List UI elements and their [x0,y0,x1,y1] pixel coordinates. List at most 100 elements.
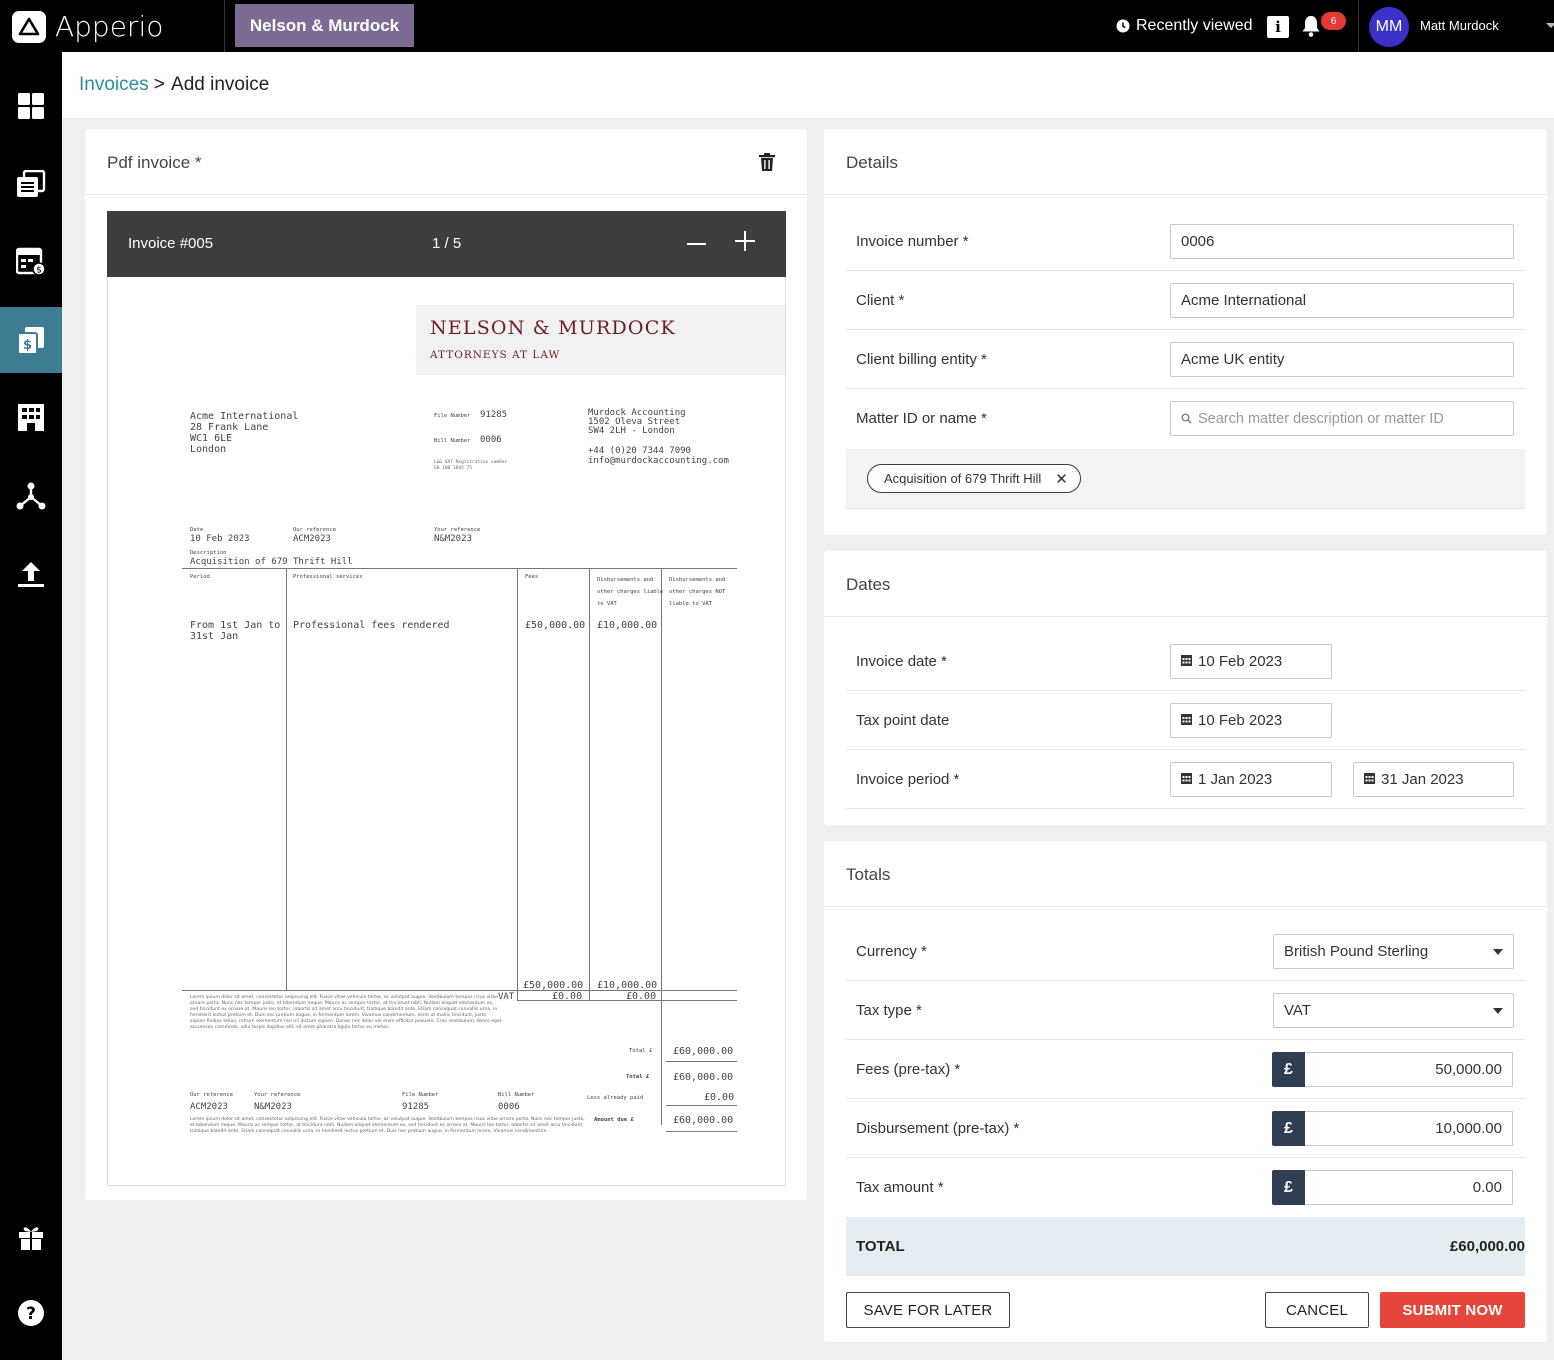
invoice-number-input[interactable]: 0006 [1170,224,1514,259]
bell-icon[interactable] [1300,14,1322,43]
line-item-service: Professional fees rendered [293,620,450,631]
zoom-out-icon[interactable] [687,243,706,245]
doc-label: Your reference [254,1092,301,1098]
network-icon[interactable] [0,463,62,529]
line-item-period: From 1st Jan to 31st Jan [190,620,281,642]
pdf-page[interactable]: NELSON & MURDOCK ATTORNEYS AT LAW Acme I… [107,277,786,1186]
tax-amount-value[interactable]: 0.00 [1305,1170,1513,1205]
sidebar: $ $ ? [0,52,62,1360]
tax-point-label: Tax point date [856,712,950,729]
tax-point-date-input[interactable]: 10 Feb 2023 [1170,703,1332,738]
table-line [661,568,662,1000]
tax-type-label: Tax type * [856,1002,922,1019]
trash-icon[interactable] [759,153,775,171]
svg-text:?: ? [26,1304,36,1324]
zoom-in-icon[interactable] [735,231,755,251]
details-panel: Details Invoice number * 0006 Client * A… [824,129,1547,535]
invoice-period-row: Invoice period * 1 Jan 2023 31 Jan 2023 [846,750,1525,809]
matter-row: Matter ID or name * Search matter descri… [846,389,1525,448]
doc-value: £60,000.00 [673,1115,734,1126]
invoice-number-row: Invoice number * 0006 [846,212,1525,271]
dashboard-icon[interactable] [0,73,62,139]
tax-amount-input[interactable]: £ 0.00 [1272,1170,1513,1205]
doc-body-text: Lorem ipsum dolor sit amet, consectetur … [190,995,502,1030]
divider [224,0,225,52]
table-line [666,1105,737,1106]
doc-value: 10 Feb 2023 [190,534,250,544]
currency-label: Currency * [856,943,927,960]
breadcrumb: Invoices > Add invoice [79,74,269,96]
doc-value: 91285 [480,410,508,420]
divider [1358,0,1359,52]
building-icon[interactable] [0,385,62,451]
doc-label: Bill Number [498,1092,535,1098]
currency-symbol: £ [1272,1111,1305,1146]
fees-value[interactable]: 50,000.00 [1305,1052,1513,1087]
documents-icon[interactable] [0,151,62,217]
chevron-down-icon[interactable] [1546,23,1554,28]
doc-value: £60,000.00 [673,1072,734,1083]
table-header: Disbursements and other charges liable to … [597,577,664,607]
app-logo[interactable]: Apperio [12,10,163,43]
breadcrumb-invoices-link[interactable]: Invoices [79,74,149,95]
upload-icon[interactable] [0,541,62,607]
tax-type-select[interactable]: VAT [1273,993,1514,1028]
panel-header: Pdf invoice * [85,129,807,195]
doc-label: Date [190,527,204,533]
doc-value: ACM2023 [190,1102,228,1112]
client-address: Acme International 28 Frank Lane WC1 6LE… [190,411,299,455]
billing-entity-input[interactable]: Acme UK entity [1170,342,1514,377]
submit-now-button[interactable]: SUBMIT NOW [1380,1292,1525,1328]
calendar-icon [1181,771,1192,788]
table-header: Disbursements and other charges NOT liable… [669,577,726,607]
matter-search-input[interactable]: Search matter description or matter ID [1170,401,1514,436]
save-for-later-button[interactable]: SAVE FOR LATER [846,1292,1010,1328]
invoice-date-row: Invoice date * 10 Feb 2023 [846,632,1525,691]
subtotal-disbursements: £10,000.00 [597,980,658,991]
pdf-invoice-title: Pdf invoice * [107,153,202,172]
period-end-input[interactable]: 31 Jan 2023 [1353,762,1514,797]
table-header: Fees [525,574,539,580]
doc-label: Bill Number [434,438,471,444]
tax-type-value: VAT [1284,1002,1311,1019]
user-name[interactable]: Matt Murdock [1420,18,1499,33]
total-value: £60,000.00 [1449,1238,1525,1255]
invoice-date-label: Invoice date * [856,653,947,670]
vat-fees: £0.00 [552,991,583,1002]
invoices-icon[interactable]: $ [0,307,62,373]
subtotal-fees: £50,000.00 [523,980,584,991]
ledger-icon[interactable]: $ [0,229,62,295]
selected-matters: Acquisition of 679 Thrift Hill ✕ [846,449,1525,509]
client-input[interactable]: Acme International [1170,283,1514,318]
help-icon[interactable]: ? [0,1280,62,1346]
currency-select[interactable]: British Pound Sterling [1273,934,1514,969]
doc-value: Acquisition of 679 Thrift Hill [190,557,353,567]
svg-text:$: $ [36,266,42,276]
doc-label: Our reference [190,1092,234,1098]
avatar[interactable]: MM [1369,7,1409,47]
disbursement-input[interactable]: £ 10,000.00 [1272,1111,1513,1146]
currency-symbol: £ [1272,1170,1305,1205]
billing-entity-row: Client billing entity * Acme UK entity [846,330,1525,389]
org-switcher[interactable]: Nelson & Murdock [235,4,414,47]
info-icon[interactable]: i [1267,16,1289,38]
invoice-date-input[interactable]: 10 Feb 2023 [1170,644,1332,679]
total-row: TOTAL £60,000.00 [846,1217,1525,1276]
table-line [589,568,590,1000]
doc-label: Our reference [293,527,337,533]
dates-panel: Dates Invoice date * 10 Feb 2023 Tax poi… [824,551,1547,825]
doc-value: 91285 [402,1102,430,1112]
matter-chip[interactable]: Acquisition of 679 Thrift Hill ✕ [867,464,1081,493]
fees-input[interactable]: £ 50,000.00 [1272,1052,1513,1087]
recently-viewed-button[interactable]: Recently viewed [1116,17,1253,35]
cancel-button[interactable]: CANCEL [1265,1292,1369,1328]
calendar-icon [1181,712,1192,729]
disbursement-value[interactable]: 10,000.00 [1305,1111,1513,1146]
gift-icon[interactable] [0,1204,62,1270]
pdf-viewer-toolbar: Invoice #005 1 / 5 [107,211,786,277]
doc-label: Your reference [434,527,481,533]
close-icon[interactable]: ✕ [1055,470,1068,488]
period-start-input[interactable]: 1 Jan 2023 [1170,762,1332,797]
doc-label: File Number [402,1092,439,1098]
doc-value: £60,000.00 [673,1046,734,1057]
